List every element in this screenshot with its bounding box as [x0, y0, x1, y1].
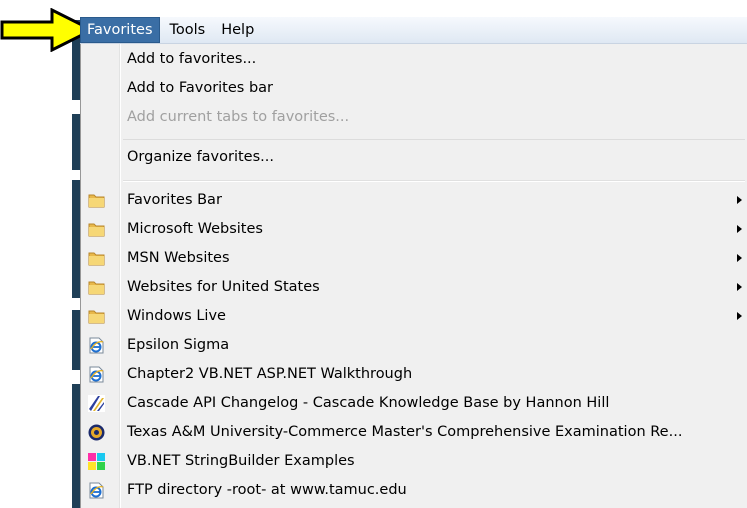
menu-folder-favorites-bar[interactable]: Favorites Bar	[81, 186, 747, 215]
menu-item-label: Microsoft Websites	[127, 221, 263, 237]
menu-folder-windows-live[interactable]: Windows Live	[81, 302, 747, 331]
menu-link-ftp-directory[interactable]: FTP directory -root- at www.tamuc.edu	[81, 476, 747, 505]
ie-page-icon	[89, 337, 104, 354]
menu-item-label: Chapter2 VB.NET ASP.NET Walkthrough	[127, 366, 413, 382]
screenshot-stage: Favorites Tools Help Add to favorites...…	[0, 0, 747, 508]
menu-item-label: Cascade API Changelog - Cascade Knowledg…	[127, 395, 610, 411]
submenu-arrow-icon	[737, 196, 742, 204]
menu-bar: Favorites Tools Help	[80, 17, 747, 44]
menu-item-label: FTP directory -root- at www.tamuc.edu	[127, 482, 407, 498]
folder-icon	[88, 194, 105, 208]
menu-favorites[interactable]: Favorites	[80, 17, 160, 43]
tamuc-seal-icon	[88, 424, 105, 441]
menu-folder-websites-us[interactable]: Websites for United States	[81, 273, 747, 302]
menu-item-add-to-favorites-bar[interactable]: Add to Favorites bar	[81, 74, 747, 103]
folder-icon	[88, 252, 105, 266]
menu-item-label: Favorites Bar	[127, 192, 222, 208]
menu-folder-microsoft-websites[interactable]: Microsoft Websites	[81, 215, 747, 244]
menu-item-add-to-favorites[interactable]: Add to favorites...	[81, 45, 747, 74]
submenu-arrow-icon	[737, 312, 742, 320]
menu-item-label: Organize favorites...	[127, 149, 274, 165]
color-squares-icon	[88, 453, 105, 470]
menu-item-label: MSN Websites	[127, 250, 230, 266]
menu-folder-msn-websites[interactable]: MSN Websites	[81, 244, 747, 273]
menu-item-label: Add to Favorites bar	[127, 80, 274, 96]
menu-item-label: VB.NET StringBuilder Examples	[127, 453, 355, 469]
menu-link-chapter2-walkthrough[interactable]: Chapter2 VB.NET ASP.NET Walkthrough	[81, 360, 747, 389]
menu-item-label: Websites for United States	[127, 279, 320, 295]
submenu-arrow-icon	[737, 225, 742, 233]
menu-item-label: Texas A&M University-Commerce Master's C…	[127, 424, 683, 440]
menu-link-cascade-api[interactable]: Cascade API Changelog - Cascade Knowledg…	[81, 389, 747, 418]
menu-separator	[123, 180, 745, 182]
menu-item-label: Add current tabs to favorites...	[127, 109, 350, 125]
folder-icon	[88, 223, 105, 237]
menu-item-label: Epsilon Sigma	[127, 337, 230, 353]
menu-tools[interactable]: Tools	[164, 17, 212, 43]
menu-separator	[123, 139, 745, 140]
menu-link-epsilon-sigma[interactable]: Epsilon Sigma	[81, 331, 747, 360]
ie-page-icon	[89, 482, 104, 499]
favorites-dropdown: Add to favorites... Add to Favorites bar…	[80, 44, 747, 508]
submenu-arrow-icon	[737, 283, 742, 291]
submenu-arrow-icon	[737, 254, 742, 262]
background-page-strip	[72, 20, 80, 508]
menu-help[interactable]: Help	[215, 17, 260, 43]
menu-link-stringbuilder[interactable]: VB.NET StringBuilder Examples	[81, 447, 747, 476]
menu-item-add-current-tabs: Add current tabs to favorites...	[81, 103, 747, 132]
cascade-icon	[88, 395, 105, 412]
menu-item-label: Add to favorites...	[127, 51, 257, 67]
ie-page-icon	[89, 366, 104, 383]
menu-item-organize-favorites[interactable]: Organize favorites...	[81, 143, 747, 172]
menu-item-label: Windows Live	[127, 308, 226, 324]
folder-icon	[88, 310, 105, 324]
folder-icon	[88, 281, 105, 295]
menu-link-tamuc-exam[interactable]: Texas A&M University-Commerce Master's C…	[81, 418, 747, 447]
